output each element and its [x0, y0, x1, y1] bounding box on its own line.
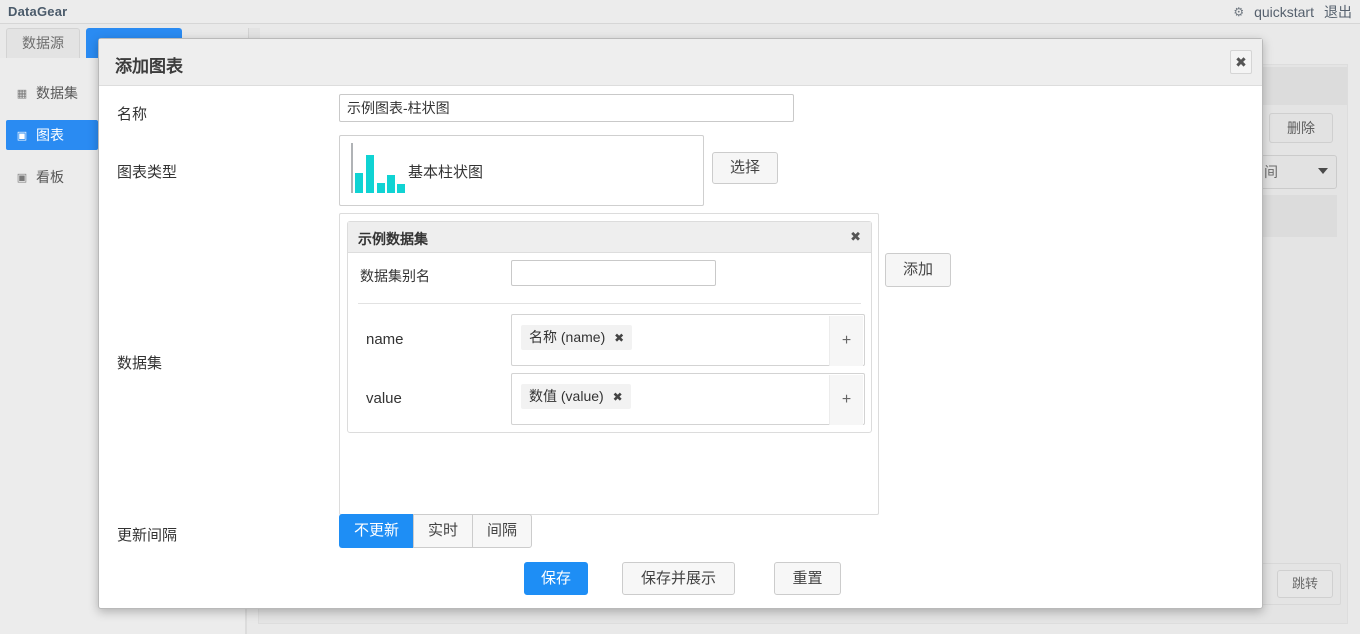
- dataset-card-title: 示例数据集: [358, 231, 428, 247]
- chart-type-name: 基本柱状图: [408, 164, 484, 181]
- chevron-down-icon: [1318, 168, 1328, 174]
- sign-tag-remove-icon[interactable]: ✖: [614, 331, 624, 345]
- sidebar-item-label: 看板: [36, 169, 64, 185]
- sign-name: value: [366, 390, 402, 407]
- update-interval-group: 不更新 实时 间隔: [339, 514, 533, 548]
- dialog-title: 添加图表: [115, 57, 183, 76]
- sign-tag-label: 数值 (value): [529, 388, 604, 404]
- chart-type-label: 图表类型: [117, 164, 178, 181]
- top-bar: DataGear ⚙ quickstart 退出: [0, 0, 1360, 24]
- dataset-card: 示例数据集 ✖ 数据集别名 name 名称 (name) ✖ + value 数…: [347, 221, 872, 433]
- choose-chart-type-button[interactable]: 选择: [712, 152, 778, 184]
- gear-icon[interactable]: ⚙: [1233, 3, 1244, 21]
- sign-tag-remove-icon[interactable]: ✖: [613, 390, 623, 404]
- add-dataset-button[interactable]: 添加: [885, 253, 951, 287]
- name-input[interactable]: [339, 94, 794, 122]
- sign-field[interactable]: 数值 (value) ✖ +: [511, 373, 865, 425]
- tab-datasource[interactable]: 数据源: [6, 28, 80, 58]
- bar-chart-icon: [351, 143, 405, 195]
- sidebar-item-label: 数据集: [36, 85, 78, 101]
- dataset-container: 示例数据集 ✖ 数据集别名 name 名称 (name) ✖ + value 数…: [339, 213, 879, 515]
- app-brand: DataGear: [8, 4, 68, 19]
- reset-button[interactable]: 重置: [774, 562, 841, 595]
- delete-button[interactable]: 删除: [1269, 113, 1333, 143]
- app-root: DataGear ⚙ quickstart 退出 数据源 ▦ 数据集 ▣ 图表 …: [0, 0, 1360, 634]
- interval-option-none[interactable]: 不更新: [339, 514, 414, 548]
- dashboard-icon: ▣: [16, 171, 28, 184]
- add-chart-dialog: 添加图表 ✖ 名称 图表类型 基本柱状图 选择 数据集 示例数据集: [98, 38, 1263, 609]
- dataset-sign-row-name: name 名称 (name) ✖ +: [360, 314, 865, 366]
- sidebar-item-chart[interactable]: ▣ 图表: [6, 120, 98, 150]
- close-icon[interactable]: ✖: [1230, 50, 1252, 74]
- dialog-header: 添加图表 ✖: [99, 39, 1262, 86]
- top-bar-right: ⚙ quickstart 退出: [1233, 2, 1352, 22]
- dataset-label: 数据集: [117, 355, 163, 372]
- sign-tag-label: 名称 (name): [529, 329, 606, 345]
- dataset-remove-icon[interactable]: ✖: [850, 229, 861, 245]
- dataset-alias-input[interactable]: [511, 260, 716, 286]
- jump-button[interactable]: 跳转: [1277, 570, 1333, 598]
- sign-field[interactable]: 名称 (name) ✖ +: [511, 314, 865, 366]
- sign-add-icon[interactable]: +: [829, 316, 863, 366]
- sign-name: name: [366, 331, 404, 348]
- sidebar-item-dashboard[interactable]: ▣ 看板: [6, 162, 94, 192]
- dataset-card-header: 示例数据集 ✖: [348, 222, 871, 253]
- sidebar-item-label: 图表: [36, 127, 64, 143]
- dataset-divider: [358, 303, 861, 304]
- sign-add-icon[interactable]: +: [829, 375, 863, 425]
- dataset-sign-row-value: value 数值 (value) ✖ +: [360, 373, 865, 425]
- sign-tag[interactable]: 名称 (name) ✖: [521, 325, 633, 350]
- save-button[interactable]: 保存: [524, 562, 588, 595]
- dataset-alias-label: 数据集别名: [360, 268, 430, 284]
- background-strip: [1257, 195, 1337, 237]
- chart-type-display[interactable]: 基本柱状图: [339, 135, 704, 206]
- update-interval-label: 更新间隔: [117, 527, 178, 544]
- grid-icon: ▦: [16, 87, 28, 100]
- image-icon: ▣: [16, 129, 28, 142]
- name-label: 名称: [117, 106, 148, 123]
- interval-option-realtime[interactable]: 实时: [413, 514, 473, 548]
- interval-option-interval[interactable]: 间隔: [472, 514, 533, 548]
- user-name[interactable]: quickstart: [1254, 4, 1314, 20]
- sidebar-item-dataset[interactable]: ▦ 数据集: [6, 78, 94, 108]
- logout-link[interactable]: 退出: [1324, 2, 1352, 22]
- save-and-show-button[interactable]: 保存并展示: [622, 562, 735, 595]
- background-select-value: 间: [1264, 164, 1278, 180]
- background-select[interactable]: 间: [1257, 155, 1337, 189]
- sign-tag[interactable]: 数值 (value) ✖: [521, 384, 631, 409]
